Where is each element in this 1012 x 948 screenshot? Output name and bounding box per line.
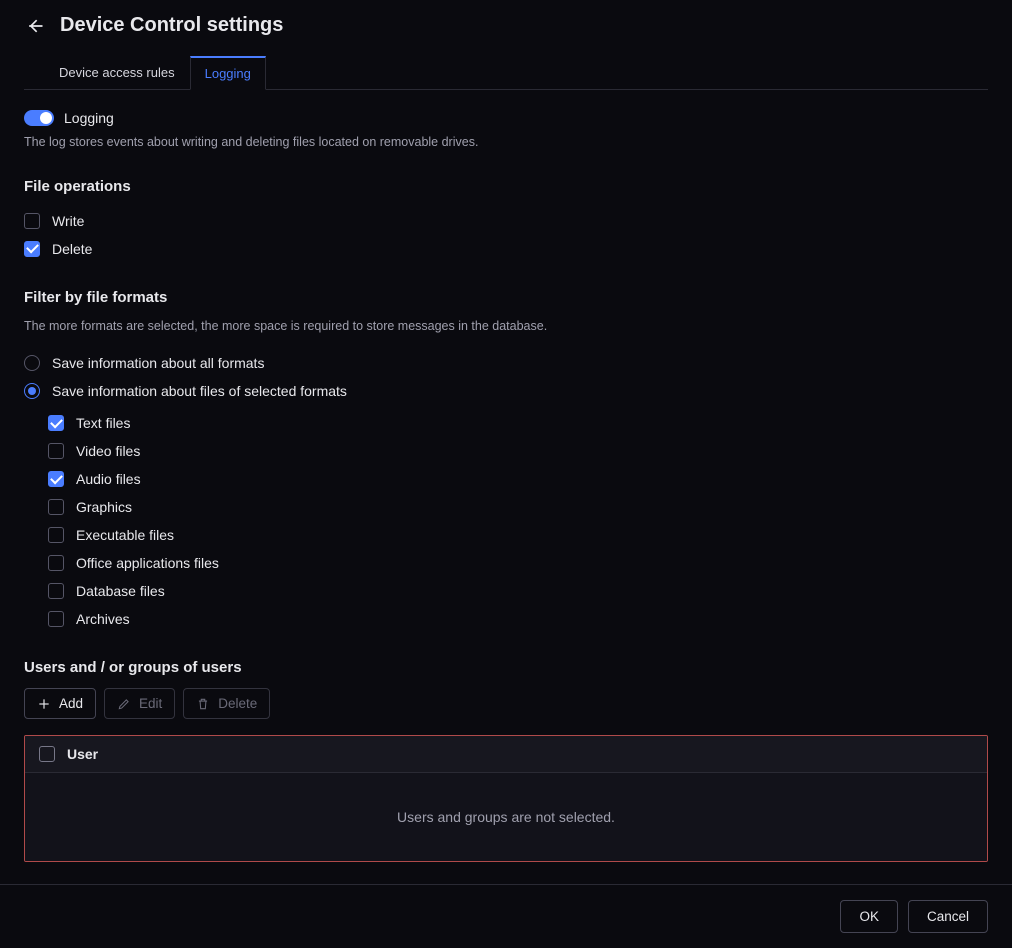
write-checkbox[interactable] <box>24 213 40 229</box>
filter-title: Filter by file formats <box>24 289 988 306</box>
delete-button-label: Delete <box>218 696 257 711</box>
ok-button[interactable]: OK <box>840 900 898 933</box>
format-video-checkbox[interactable] <box>48 443 64 459</box>
add-button-label: Add <box>59 696 83 711</box>
page-title: Device Control settings <box>60 14 283 37</box>
add-button[interactable]: Add <box>24 688 96 719</box>
edit-button-label: Edit <box>139 696 162 711</box>
radio-selected-formats[interactable] <box>24 383 40 399</box>
format-audio-label: Audio files <box>76 471 141 487</box>
radio-selected-formats-label: Save information about files of selected… <box>52 383 347 399</box>
tab-logging[interactable]: Logging <box>190 56 266 90</box>
select-all-checkbox[interactable] <box>39 746 55 762</box>
trash-icon <box>196 697 210 711</box>
delete-checkbox[interactable] <box>24 241 40 257</box>
format-office-label: Office applications files <box>76 555 219 571</box>
delete-label: Delete <box>52 241 92 257</box>
filter-description: The more formats are selected, the more … <box>24 318 988 336</box>
format-video-label: Video files <box>76 443 140 459</box>
plus-icon <box>37 697 51 711</box>
write-label: Write <box>52 213 84 229</box>
delete-button: Delete <box>183 688 270 719</box>
back-icon[interactable] <box>24 15 46 37</box>
table-empty-message: Users and groups are not selected. <box>25 773 987 861</box>
format-executable-label: Executable files <box>76 527 174 543</box>
tab-device-access-rules[interactable]: Device access rules <box>44 56 190 90</box>
tabs: Device access rules Logging <box>24 55 988 90</box>
user-column-header: User <box>67 746 98 762</box>
logging-toggle[interactable] <box>24 110 54 126</box>
logging-description: The log stores events about writing and … <box>24 134 988 152</box>
format-executable-checkbox[interactable] <box>48 527 64 543</box>
cancel-button[interactable]: Cancel <box>908 900 988 933</box>
format-database-checkbox[interactable] <box>48 583 64 599</box>
format-graphics-checkbox[interactable] <box>48 499 64 515</box>
format-database-label: Database files <box>76 583 165 599</box>
format-archives-checkbox[interactable] <box>48 611 64 627</box>
logging-toggle-label: Logging <box>64 110 114 126</box>
format-office-checkbox[interactable] <box>48 555 64 571</box>
pencil-icon <box>117 697 131 711</box>
users-title: Users and / or groups of users <box>24 659 988 676</box>
users-table: User Users and groups are not selected. <box>24 735 988 862</box>
radio-all-formats-label: Save information about all formats <box>52 355 264 371</box>
format-audio-checkbox[interactable] <box>48 471 64 487</box>
format-text-label: Text files <box>76 415 130 431</box>
edit-button: Edit <box>104 688 175 719</box>
format-archives-label: Archives <box>76 611 130 627</box>
format-graphics-label: Graphics <box>76 499 132 515</box>
radio-all-formats[interactable] <box>24 355 40 371</box>
file-operations-title: File operations <box>24 178 988 195</box>
format-text-checkbox[interactable] <box>48 415 64 431</box>
